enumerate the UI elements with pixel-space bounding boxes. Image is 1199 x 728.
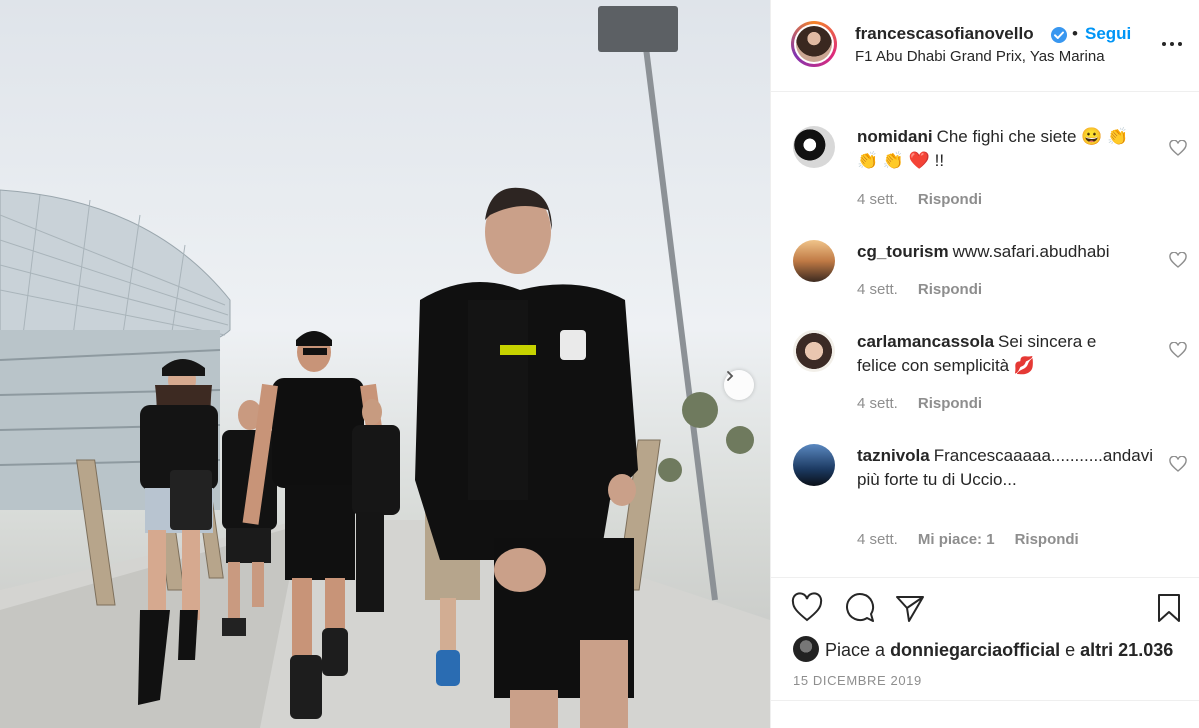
divider — [771, 700, 1199, 701]
commenter-avatar[interactable] — [793, 330, 835, 372]
comment-likes[interactable]: Mi piace: 1 — [918, 531, 995, 548]
reply-button[interactable]: Rispondi — [918, 191, 982, 208]
post-header: francescasofianovello • Segui F1 Abu Dha… — [771, 0, 1199, 92]
avatar-image — [796, 26, 832, 62]
reply-button[interactable]: Rispondi — [918, 281, 982, 298]
post-photo[interactable] — [0, 0, 770, 728]
next-photo-button[interactable] — [724, 370, 754, 400]
likes-middle: e — [1065, 640, 1076, 660]
comment-meta: 4 sett. Rispondi — [857, 191, 1002, 208]
post-date[interactable]: 15 DICEMBRE 2019 — [793, 673, 922, 688]
commenter-username[interactable]: cg_tourism — [857, 242, 949, 261]
comment-time[interactable]: 4 sett. — [857, 281, 898, 298]
comment-body: www.safari.abudhabi — [952, 242, 1110, 261]
commenter-avatar[interactable] — [793, 444, 835, 486]
author-avatar[interactable] — [791, 21, 837, 67]
comment-text: cg_tourism www.safari.abudhabi — [857, 240, 1137, 264]
verified-badge-icon — [1051, 27, 1067, 43]
heart-icon[interactable] — [1169, 140, 1187, 156]
separator-dot: • — [1072, 24, 1078, 43]
post-actions: Piace a donniegarciaofficial e altri 21.… — [771, 577, 1199, 728]
comments-list[interactable]: nomidani Che fighi che siete 😀 👏 👏 👏 ❤️ !… — [771, 92, 1199, 577]
likes-others[interactable]: altri 21.036 — [1080, 640, 1173, 660]
liker-avatar — [793, 636, 819, 662]
follow-button[interactable]: Segui — [1085, 24, 1131, 44]
chevron-right-icon — [727, 371, 734, 381]
comment-time[interactable]: 4 sett. — [857, 395, 898, 412]
commenter-username[interactable]: taznivola — [857, 446, 930, 465]
like-heart-icon[interactable] — [791, 592, 823, 624]
commenter-username[interactable]: nomidani — [857, 127, 933, 146]
post-location[interactable]: F1 Abu Dhabi Grand Prix, Yas Marina — [855, 48, 1105, 65]
more-options-icon[interactable] — [1160, 34, 1184, 54]
share-icon[interactable] — [894, 592, 926, 624]
comment-meta: 4 sett. Mi piace: 1 Rispondi — [857, 531, 1099, 548]
comment-icon[interactable] — [843, 592, 875, 624]
comment-text: nomidani Che fighi che siete 😀 👏 👏 👏 ❤️ !… — [857, 125, 1137, 173]
heart-icon[interactable] — [1169, 456, 1187, 472]
commenter-avatar[interactable] — [793, 126, 835, 168]
commenter-avatar[interactable] — [793, 240, 835, 282]
heart-icon[interactable] — [1169, 342, 1187, 358]
comment-meta: 4 sett. Rispondi — [857, 395, 1002, 412]
reply-button[interactable]: Rispondi — [918, 395, 982, 412]
comment-meta: 4 sett. Rispondi — [857, 281, 1002, 298]
comment-time[interactable]: 4 sett. — [857, 191, 898, 208]
reply-button[interactable]: Rispondi — [1015, 531, 1079, 548]
author-username[interactable]: francescasofianovello — [855, 24, 1034, 44]
comment-text: taznivola Francescaaaaa...........andavi … — [857, 444, 1153, 492]
heart-icon[interactable] — [1169, 252, 1187, 268]
comment-time[interactable]: 4 sett. — [857, 531, 898, 548]
liker-username[interactable]: donniegarciaofficial — [890, 640, 1060, 660]
avatar-ring-inner — [794, 24, 834, 64]
post-side-panel: francescasofianovello • Segui F1 Abu Dha… — [770, 0, 1199, 728]
bookmark-icon[interactable] — [1153, 592, 1185, 624]
photo-illustration — [0, 6, 770, 728]
comment-text: carlamancassola Sei sincera e felice con … — [857, 330, 1137, 378]
commenter-username[interactable]: carlamancassola — [857, 332, 994, 351]
likes-prefix: Piace a — [825, 640, 886, 660]
likes-summary[interactable]: Piace a donniegarciaofficial e altri 21.… — [793, 636, 1173, 662]
